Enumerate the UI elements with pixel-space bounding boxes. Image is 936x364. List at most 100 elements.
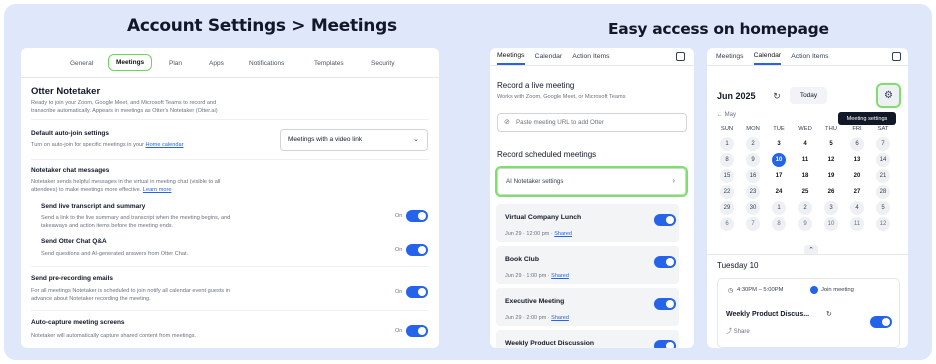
tab-action-items[interactable]: Action Items: [791, 49, 828, 64]
tab-general[interactable]: General: [62, 57, 101, 70]
prerec-toggle[interactable]: [406, 286, 428, 298]
meeting-card[interactable]: Book Club Jun 29 · 1:00 pm · Shared: [496, 246, 679, 284]
tab-calendar[interactable]: Calendar: [535, 49, 563, 64]
meeting-card[interactable]: Executive Meeting Jun 29 · 2:00 pm · Sha…: [496, 288, 679, 326]
join-meeting-link[interactable]: Join meeting: [821, 287, 854, 293]
meeting-title: Executive Meeting: [505, 298, 565, 305]
calendar-day[interactable]: 7: [876, 137, 890, 151]
calendar-day[interactable]: 26: [824, 185, 838, 199]
calendar-day[interactable]: 10: [772, 153, 786, 167]
meeting-toggle[interactable]: [654, 256, 676, 268]
meeting-time: Jun 29 · 1:00 pm · Shared: [505, 273, 569, 279]
live-transcript-toggle[interactable]: [406, 210, 428, 222]
capture-desc: Notetaker will automatically capture sha…: [31, 333, 197, 339]
weekday-label: FRI: [852, 126, 862, 132]
calendar-day[interactable]: 24: [772, 185, 786, 199]
calendar-day[interactable]: 10: [824, 217, 838, 231]
calendar-day[interactable]: 23: [746, 185, 760, 199]
home-calendar-link[interactable]: Home calendar: [146, 142, 184, 148]
calendar-day[interactable]: 6: [850, 137, 864, 151]
meeting-settings-tooltip: Meeting settings: [838, 112, 896, 125]
arrow-left-icon: ←: [717, 112, 725, 118]
calendar-day[interactable]: 3: [824, 201, 838, 215]
chevron-down-icon: ⌄: [413, 136, 419, 143]
autojoin-select[interactable]: Meetings with a video link ⌄: [280, 129, 428, 151]
calendar-day[interactable]: 29: [720, 201, 734, 215]
meeting-toggle[interactable]: [654, 214, 676, 226]
today-button[interactable]: Today: [790, 87, 827, 104]
calendar-day[interactable]: 16: [746, 169, 760, 183]
calendar-day[interactable]: 8: [772, 217, 786, 231]
learn-more-link[interactable]: Learn more: [143, 187, 172, 193]
video-icon: [810, 286, 818, 294]
refresh-icon[interactable]: ↻: [771, 90, 783, 102]
meeting-card[interactable]: Virtual Company Lunch Jun 29 · 12:00 pm …: [496, 204, 679, 242]
clock-icon: ◷: [728, 288, 734, 294]
calendar-day[interactable]: 22: [720, 185, 734, 199]
calendar-day[interactable]: 9: [746, 153, 760, 167]
calendar-day[interactable]: 19: [824, 169, 838, 183]
tab-meetings[interactable]: Meetings: [497, 48, 525, 65]
calendar-day[interactable]: 11: [850, 217, 864, 231]
account-settings-panel: General Meetings Plan Apps Notifications…: [21, 48, 439, 348]
sidebar-toggle-icon[interactable]: [676, 52, 685, 61]
calendar-day[interactable]: 5: [876, 201, 890, 215]
calendar-day[interactable]: 2: [798, 201, 812, 215]
calendar-day[interactable]: 27: [850, 185, 864, 199]
event-card[interactable]: ◷ 4:30PM – 5:00PM Join meeting Weekly Pr…: [717, 278, 900, 348]
share-icon[interactable]: ⤴ Share: [726, 326, 750, 335]
chat-qa-toggle[interactable]: [406, 244, 428, 256]
calendar-day[interactable]: 5: [824, 137, 838, 151]
gear-icon[interactable]: ⚙: [878, 85, 899, 106]
calendar-day[interactable]: 30: [746, 201, 760, 215]
meeting-url-input[interactable]: ⊘ Paste meeting URL to add Otter: [497, 113, 687, 132]
weekday-label: THU: [825, 126, 837, 132]
calendar-day[interactable]: 8: [720, 153, 734, 167]
calendar-day[interactable]: 21: [876, 169, 890, 183]
meeting-toggle[interactable]: [654, 340, 676, 348]
calendar-day[interactable]: 4: [798, 137, 812, 151]
meeting-time: Jun 29 · 2:00 pm · Shared: [505, 315, 569, 321]
tab-meetings[interactable]: Meetings: [108, 54, 153, 71]
calendar-day[interactable]: 2: [746, 137, 760, 151]
tab-templates[interactable]: Templates: [306, 57, 352, 70]
calendar-day[interactable]: 4: [850, 201, 864, 215]
calendar-day[interactable]: 25: [798, 185, 812, 199]
calendar-day[interactable]: 17: [772, 169, 786, 183]
meeting-time: Jun 29 · 12:00 pm · Shared: [505, 231, 572, 237]
record-toggle[interactable]: [870, 316, 892, 328]
tab-security[interactable]: Security: [363, 57, 402, 70]
tab-action-items[interactable]: Action Items: [572, 49, 609, 64]
tab-apps[interactable]: Apps: [201, 57, 232, 70]
calendar-day[interactable]: 9: [798, 217, 812, 231]
calendar-day[interactable]: 6: [720, 217, 734, 231]
calendar-day[interactable]: 28: [876, 185, 890, 199]
calendar-day[interactable]: 1: [772, 201, 786, 215]
calendar-day[interactable]: 7: [746, 217, 760, 231]
meeting-toggle[interactable]: [654, 298, 676, 310]
tab-calendar[interactable]: Calendar: [753, 48, 782, 65]
calendar-day[interactable]: 1: [720, 137, 734, 151]
calendar-day[interactable]: 18: [798, 169, 812, 183]
calendar-day[interactable]: 3: [772, 137, 786, 151]
capture-toggle[interactable]: [406, 325, 428, 337]
tab-notifications[interactable]: Notifications: [241, 57, 292, 70]
calendar-day[interactable]: 11: [798, 153, 812, 167]
calendar-day[interactable]: 13: [850, 153, 864, 167]
calendar-day[interactable]: 15: [720, 169, 734, 183]
prev-month-link[interactable]: ← May: [717, 112, 736, 118]
opt-chat-qa-desc: Send questions and AI-generated answers …: [41, 251, 189, 257]
autojoin-title: Default auto-join settings: [31, 130, 109, 137]
month-label: Jun 2025: [717, 91, 756, 101]
calendar-day[interactable]: 14: [876, 153, 890, 167]
ai-notetaker-settings-button[interactable]: AI Notetaker settings ›: [497, 168, 686, 195]
opt-live-transcript-title: Send live transcript and summary: [41, 203, 146, 210]
sidebar-toggle-icon[interactable]: [892, 52, 901, 61]
tab-meetings[interactable]: Meetings: [716, 49, 744, 64]
meeting-card[interactable]: Weekly Product Discussion: [496, 330, 679, 348]
calendar-day[interactable]: 12: [876, 217, 890, 231]
calendar-day[interactable]: 12: [824, 153, 838, 167]
tab-plan[interactable]: Plan: [161, 57, 190, 70]
intro-line-1: Ready to join your Zoom, Google Meet, an…: [31, 100, 217, 106]
calendar-day[interactable]: 20: [850, 169, 864, 183]
